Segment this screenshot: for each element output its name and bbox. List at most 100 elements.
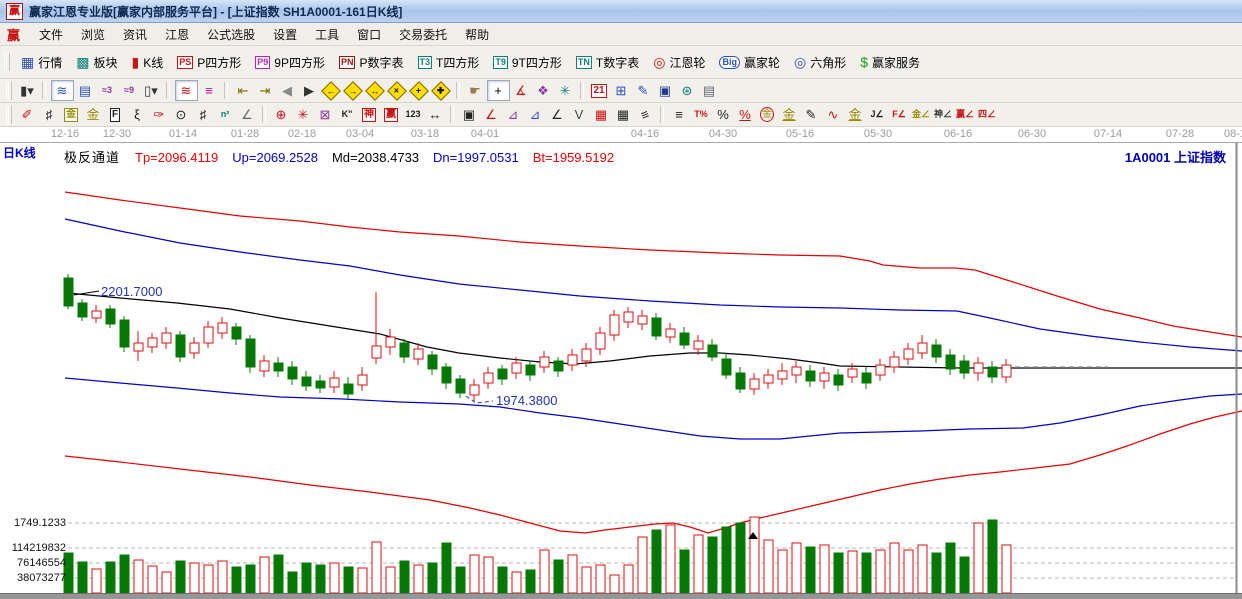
percent-icon[interactable]: %	[713, 105, 734, 124]
seal-icon[interactable]: ❖	[533, 81, 554, 100]
menu-item-设置[interactable]: 设置	[264, 23, 306, 46]
angle-lines-icon[interactable]: ∠	[547, 105, 568, 124]
k-quote-icon[interactable]: K"	[337, 105, 358, 124]
f-grid-icon[interactable]: F	[105, 105, 126, 124]
chart-pane[interactable]: 日K线 极反通道 Tp=2096.4119 Up=2069.2528 Md=2038…	[0, 143, 1242, 599]
toolbar-button-t9-square[interactable]: T9 9T四方形	[486, 49, 569, 75]
percent-line-icon[interactable]: %	[735, 105, 756, 124]
j-angle-icon[interactable]: J∠	[867, 105, 888, 124]
a-wave-icon[interactable]: ∿	[823, 105, 844, 124]
toolbar-button-winner-wheel[interactable]: Big 赢家轮	[712, 49, 787, 75]
shen-angle-icon[interactable]: 神∠	[933, 105, 954, 124]
menu-item-帮助[interactable]: 帮助	[456, 23, 498, 46]
menu-item-浏览[interactable]: 浏览	[72, 23, 114, 46]
wave-red-icon[interactable]: ≋	[174, 80, 198, 101]
ruler-123-icon[interactable]: 123	[403, 105, 424, 124]
step-forward-icon[interactable]: ▶	[299, 81, 320, 100]
step-back-icon[interactable]: ◀	[277, 81, 298, 100]
v-lines-icon[interactable]: V	[569, 105, 590, 124]
skip-end-icon[interactable]: ⇥	[255, 81, 276, 100]
gold-lines-icon[interactable]: 金	[779, 105, 800, 124]
t-percent-icon[interactable]: T%	[691, 105, 712, 124]
fan-square-icon[interactable]: ⊿	[525, 105, 546, 124]
menu-item-工具[interactable]: 工具	[306, 23, 348, 46]
brush-ruler-icon[interactable]: ✑	[149, 105, 170, 124]
pan-left-icon[interactable]: ←	[321, 80, 342, 101]
pen1-icon[interactable]: ✎	[801, 105, 822, 124]
calendar-icon[interactable]: 21	[589, 81, 610, 100]
web-box-icon[interactable]: ⊠	[315, 105, 336, 124]
ying-angle-icon[interactable]: 赢∠	[955, 105, 976, 124]
candle-style-icon[interactable]: ▮▾	[17, 81, 38, 100]
toolbar-grip[interactable]	[6, 81, 12, 100]
arrow-span-icon[interactable]: ↔	[425, 105, 446, 124]
pan-right-icon[interactable]: →	[343, 80, 364, 101]
save-icon[interactable]: ▣	[655, 81, 676, 100]
grid-arrow-icon[interactable]: ▦	[613, 105, 634, 124]
toolbar-button-p-table[interactable]: PN P数字表	[332, 49, 411, 75]
zoom-out-icon[interactable]: ×	[387, 80, 408, 101]
menu-item-窗口[interactable]: 窗口	[348, 23, 390, 46]
toolbar-grip[interactable]	[4, 53, 10, 71]
toolbar-grip[interactable]	[6, 105, 12, 124]
fan-box-icon[interactable]: ⊿	[503, 105, 524, 124]
gold-underline-icon[interactable]: 金	[845, 105, 866, 124]
pan-hand-icon[interactable]: ☛	[465, 81, 486, 100]
pattern-icon[interactable]: ✳	[555, 81, 576, 100]
skip-start-icon[interactable]: ⇤	[233, 81, 254, 100]
brush-icon[interactable]: ✐	[17, 105, 38, 124]
shen-grid-icon[interactable]: 神	[359, 105, 380, 124]
menu-item-资讯[interactable]: 资讯	[114, 23, 156, 46]
crosshair-icon[interactable]: +	[486, 80, 510, 101]
parallel-icon[interactable]: ≡	[635, 105, 656, 124]
f-angle-icon[interactable]: F∠	[889, 105, 910, 124]
gold-angle-icon[interactable]: 金∠	[911, 105, 932, 124]
ruler-icon[interactable]: ♯	[39, 105, 60, 124]
gold-circle-icon[interactable]: 金	[757, 105, 778, 124]
wave9-icon[interactable]: ≈9	[119, 81, 140, 100]
four-angle-icon[interactable]: 四∠	[977, 105, 998, 124]
menu-item-公式选股[interactable]: 公式选股	[198, 23, 264, 46]
gold-icon[interactable]: 金	[83, 105, 104, 124]
wave3-icon[interactable]: ≈3	[97, 81, 118, 100]
angle-measure-icon[interactable]: ∡	[511, 81, 532, 100]
grid-red-icon[interactable]: ▦	[591, 105, 612, 124]
n2-icon[interactable]: n²	[215, 105, 236, 124]
menu-item-交易委托[interactable]: 交易委托	[390, 23, 456, 46]
menu-item-江恩[interactable]: 江恩	[156, 23, 198, 46]
calculator-icon[interactable]: ⊞	[611, 81, 632, 100]
angle-guide-icon[interactable]: ∠	[237, 105, 258, 124]
chart-canvas[interactable]	[0, 143, 1242, 599]
ruler2-icon[interactable]: ♯	[193, 105, 214, 124]
zoom-in-icon[interactable]: +	[409, 80, 430, 101]
fan-red-icon[interactable]: ∠	[481, 105, 502, 124]
circle-cross-icon[interactable]: ⊕	[271, 105, 292, 124]
zoom-all-icon[interactable]: ✚	[431, 80, 452, 101]
ying-grid-icon[interactable]: 赢	[381, 105, 402, 124]
price-scale-icon[interactable]: ≡	[669, 105, 690, 124]
toolbar-button-p9-square[interactable]: P9 9P四方形	[248, 49, 332, 75]
gann-box-icon[interactable]: ▣	[459, 105, 480, 124]
histogram-icon[interactable]: ≡	[199, 81, 220, 100]
zoom-h-icon[interactable]: ↔	[365, 80, 386, 101]
toolbar-button-gann-wheel[interactable]: ◎ 江恩轮	[646, 49, 712, 75]
toolbar-button-p-square[interactable]: PS P四方形	[170, 49, 248, 75]
toolbar-button-hexagon[interactable]: ◎ 六角形	[787, 49, 853, 75]
network-icon[interactable]: ⊛	[677, 81, 698, 100]
toolbar-button-service[interactable]: $ 赢家服务	[853, 49, 927, 75]
circle-ticks-icon[interactable]: ⊙	[171, 105, 192, 124]
notepad-icon[interactable]: ✎	[633, 81, 654, 100]
arc-icon[interactable]: ξ	[127, 105, 148, 124]
gold-grid-icon[interactable]: 金	[61, 105, 82, 124]
candle-dropdown-icon[interactable]: ▯▾	[141, 81, 162, 100]
toolbar-button-t-square[interactable]: T3 T四方形	[411, 49, 487, 75]
star-web-icon[interactable]: ✳	[293, 105, 314, 124]
notes-icon[interactable]: ▤	[75, 81, 96, 100]
menu-item-文件[interactable]: 文件	[30, 23, 72, 46]
printer-icon[interactable]: ▤	[699, 81, 720, 100]
toolbar-button-kline[interactable]: ▮ K线	[125, 49, 171, 75]
toolbar-button-t-table[interactable]: TN T数字表	[569, 49, 646, 75]
wave-blue-icon[interactable]: ≋	[50, 80, 74, 101]
toolbar-button-quotes[interactable]: ▦ 行情	[14, 49, 69, 75]
toolbar-button-blocks[interactable]: ▩ 板块	[69, 49, 124, 75]
